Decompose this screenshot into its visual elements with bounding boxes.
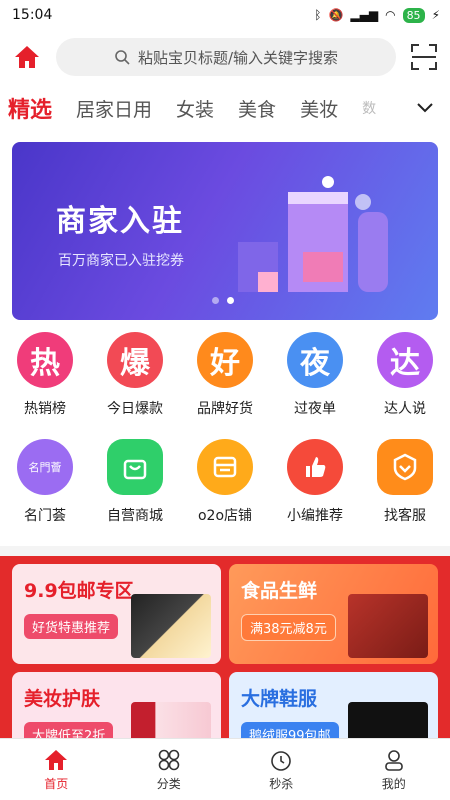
mute-icon: 🔕: [328, 8, 344, 22]
entry-daily-hits[interactable]: 爆 今日爆款: [95, 332, 175, 435]
promo-card-free-shipping[interactable]: 9.9包邮专区 好货特惠推荐: [12, 564, 221, 664]
card-title: 食品生鲜: [241, 580, 318, 602]
bottom-nav: 首页 分类 秒杀 我的: [0, 738, 450, 800]
entry-hot-list[interactable]: 热 热销榜: [5, 332, 85, 435]
banner-title: 商家入驻: [56, 204, 184, 239]
grid-row-1: 热 热销榜 爆 今日爆款 好 品牌好货 夜 过夜单 达 达人说: [0, 328, 450, 435]
entry-label: 找客服: [384, 508, 426, 524]
tab-featured[interactable]: 精选: [8, 92, 52, 124]
nav-profile[interactable]: 我的: [354, 748, 434, 792]
influencer-icon: 达: [377, 332, 433, 388]
header: 粘贴宝贝标题/输入关键字搜索: [0, 30, 450, 84]
entry-label: 热销榜: [24, 401, 66, 417]
nav-label: 分类: [156, 776, 181, 791]
entry-label: 今日爆款: [107, 401, 163, 417]
home-icon[interactable]: [12, 42, 42, 72]
promo-banner[interactable]: 商家入驻 百万商家已入驻挖券: [12, 142, 438, 320]
scan-icon[interactable]: [410, 43, 438, 71]
store-icon: [197, 439, 253, 495]
nav-home[interactable]: 首页: [16, 748, 96, 792]
card-title: 美妆护肤: [24, 688, 101, 710]
product-image: [131, 594, 211, 658]
badge-icon: [377, 439, 433, 495]
entry-label: 名门荟: [24, 508, 66, 524]
category-tabs: 精选 居家日用 女装 美食 美妆 数: [0, 84, 450, 132]
wifi-icon: ◠: [385, 8, 396, 22]
search-placeholder: 粘贴宝贝标题/输入关键字搜索: [137, 48, 339, 67]
entry-o2o-store[interactable]: o2o店铺: [185, 439, 265, 542]
nav-label: 我的: [381, 776, 406, 791]
nav-label: 首页: [44, 776, 69, 791]
card-tag: 满38元减8元: [241, 614, 336, 641]
promo-card-fresh-food[interactable]: 食品生鲜 满38元减8元: [229, 564, 438, 664]
product-image: [348, 594, 428, 658]
section-divider: [0, 546, 450, 556]
explosion-icon: 爆: [107, 332, 163, 388]
profile-icon: [384, 749, 403, 771]
entry-label: 过夜单: [294, 401, 336, 417]
search-icon: [115, 50, 130, 65]
tab-beauty[interactable]: 美妆: [300, 95, 338, 122]
quick-entry-grid: 热 热销榜 爆 今日爆款 好 品牌好货 夜 过夜单 达 达人说 名門薈 名门荟: [0, 320, 450, 542]
entry-label: 自营商城: [107, 508, 163, 524]
entry-editor-picks[interactable]: 小编推荐: [275, 439, 355, 542]
entry-label: 小编推荐: [287, 508, 343, 524]
buildings-illustration: [238, 176, 388, 292]
carousel-dot[interactable]: [212, 297, 219, 304]
carousel-dots: [212, 297, 234, 304]
charging-icon: ⚡: [431, 8, 440, 22]
card-tag: 好货特惠推荐: [24, 614, 119, 639]
entry-overnight[interactable]: 夜 过夜单: [275, 332, 355, 435]
entry-label: o2o店铺: [197, 508, 253, 524]
tab-digital[interactable]: 数: [362, 98, 376, 118]
battery-icon: 85: [402, 7, 425, 23]
status-icons: ᛒ 🔕 ▂▄▆ ◠ 85 ⚡: [314, 7, 440, 23]
grid-row-2: 名門薈 名门荟 自营商城 o2o店铺 小编推荐 找客服: [0, 435, 450, 542]
entry-brand-goods[interactable]: 好 品牌好货: [185, 332, 265, 435]
card-title: 大牌鞋服: [241, 688, 318, 710]
status-bar: 15:04 ᛒ 🔕 ▂▄▆ ◠ 85 ⚡: [0, 0, 450, 30]
search-bar[interactable]: 粘贴宝贝标题/输入关键字搜索: [56, 38, 396, 76]
shopping-bag-icon: [107, 439, 163, 495]
entry-label: 品牌好货: [197, 401, 253, 417]
chevron-down-icon[interactable]: [400, 84, 450, 132]
night-icon: 夜: [287, 332, 343, 388]
tab-womens-clothing[interactable]: 女装: [176, 95, 214, 122]
entry-label: 达人说: [384, 401, 426, 417]
good-icon: 好: [197, 332, 253, 388]
nav-category[interactable]: 分类: [129, 748, 209, 792]
clock-icon: [271, 750, 292, 771]
card-title: 9.9包邮专区: [24, 580, 134, 602]
hot-icon: 热: [17, 332, 73, 388]
carousel-dot-active[interactable]: [227, 297, 234, 304]
thumbs-up-icon: [287, 439, 343, 495]
status-time: 15:04: [12, 7, 53, 23]
category-icon: [158, 749, 180, 770]
entry-self-mall[interactable]: 自营商城: [95, 439, 175, 542]
famous-brands-icon: 名門薈: [17, 439, 73, 495]
nav-label: 秒杀: [269, 776, 294, 791]
tab-food[interactable]: 美食: [238, 95, 276, 122]
entry-famous-brands[interactable]: 名門薈 名门荟: [5, 439, 85, 542]
entry-customer-service[interactable]: 找客服: [365, 439, 445, 542]
entry-influencer[interactable]: 达 达人说: [365, 332, 445, 435]
signal-icon: ▂▄▆: [350, 8, 379, 22]
tab-home-goods[interactable]: 居家日用: [76, 95, 152, 122]
nav-flash-sale[interactable]: 秒杀: [241, 748, 321, 792]
banner-subtitle: 百万商家已入驻挖券: [58, 253, 184, 269]
home-icon: [45, 749, 68, 770]
bluetooth-icon: ᛒ: [314, 8, 322, 22]
